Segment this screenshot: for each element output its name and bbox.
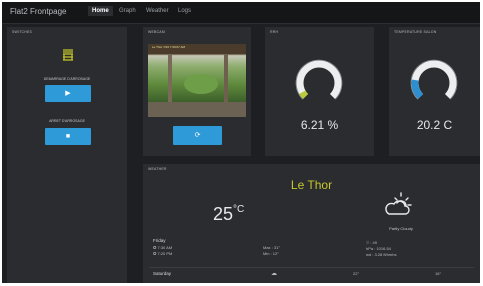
start-watering-button[interactable]: ▶ <box>45 85 91 102</box>
humidity-icon: ⛆ <box>366 240 370 245</box>
temperature-value: 20.2 C <box>416 118 453 132</box>
current-temperature: 25°C <box>213 204 244 225</box>
min-temperature: Min : 12° <box>263 251 279 256</box>
temperature-unit: °C <box>233 204 245 215</box>
forecast-high: 22° <box>353 271 360 276</box>
forecast-low: 16° <box>435 271 442 276</box>
tab-logs[interactable]: Logs <box>174 6 195 16</box>
dashboard-screen: Flat2 Frontpage Home Graph Weather Logs … <box>2 2 480 283</box>
play-icon: ▶ <box>65 90 71 97</box>
webcam-panel-title: WEBCAM <box>148 30 165 34</box>
weather-city: Le Thor <box>290 178 333 192</box>
webcam-bush <box>184 74 218 94</box>
temperature-panel: TEMPERATURE SALON 20.2 C <box>389 27 480 156</box>
stop-icon: ■ <box>65 133 71 140</box>
brand-title: Flat2 Frontpage <box>10 7 67 16</box>
temperature-gauge-fill <box>411 79 424 99</box>
weather-condition: Partly Cloudy <box>389 226 413 231</box>
humidity-panel: RRH 6.21 % <box>265 27 374 156</box>
weather-panel-title: WEATHER <box>148 167 167 171</box>
temperature-gauge <box>410 59 458 100</box>
sunrise-time: 7:30 AM <box>157 245 173 250</box>
sunset-time: 7:20 PM <box>157 251 173 256</box>
top-navigation: Flat2 Frontpage Home Graph Weather Logs <box>2 2 480 24</box>
humidity-panel-title: RRH <box>270 30 279 34</box>
weather-pressure: hPa : 1016.54 <box>366 246 391 251</box>
stop-watering-button[interactable]: ■ <box>45 128 91 145</box>
weather-humidity: 49 <box>372 240 377 245</box>
switches-panel: SWITCHES DEMARRAGE D'ARROSAGE ▶ ARRET D'… <box>7 27 127 283</box>
weather-day: Friday <box>153 238 166 243</box>
sunrise-icon: ✪ <box>153 245 157 250</box>
webcam-terrace <box>148 102 246 117</box>
forecast-day: Saturday <box>153 271 172 276</box>
sunrise-row: ✪ 7:30 AM <box>153 245 172 250</box>
humidity-gauge-fill <box>299 90 309 99</box>
switches-panel-title: SWITCHES <box>12 30 33 34</box>
current-temperature-value: 25 <box>213 204 234 224</box>
sunset-icon: ✪ <box>153 251 157 256</box>
temperature-panel-title: TEMPERATURE SALON <box>394 30 437 34</box>
refresh-button[interactable]: ⟳ <box>173 126 222 145</box>
forecast-divider <box>149 267 474 268</box>
tab-home[interactable]: Home <box>88 6 113 16</box>
humidity-gauge <box>295 59 343 100</box>
webcam-timestamp: Le Thor 7/23 7:30:07 AM <box>152 45 185 49</box>
weather-panel: WEATHER Le Thor 25°C Partly Cloudy Frida… <box>143 164 480 283</box>
partly-cloudy-icon <box>385 192 412 215</box>
start-watering-label: DEMARRAGE D'ARROSAGE <box>43 77 91 81</box>
stop-watering-label: ARRET D'ARROSAGE <box>49 119 85 123</box>
refresh-icon: ⟳ <box>194 132 201 139</box>
humidity-value: 6.21 % <box>300 118 339 132</box>
tab-weather[interactable]: Weather <box>142 6 173 16</box>
sunset-row: ✪ 7:20 PM <box>153 251 172 256</box>
webcam-image[interactable]: Le Thor 7/23 7:30:07 AM <box>148 44 246 117</box>
max-temperature: Max : 31° <box>263 245 280 250</box>
webcam-panel: WEBCAM Le Thor 7/23 7:30:07 AM ⟳ <box>143 27 251 156</box>
lightbulb-icon <box>63 49 73 61</box>
forecast-weather-icon: ☁ <box>271 271 277 277</box>
tab-graph[interactable]: Graph <box>115 6 140 16</box>
weather-wind: wd : 3.28 ft/hmhs <box>366 252 397 257</box>
humidity-row: ⛆ : 49 <box>366 240 377 245</box>
